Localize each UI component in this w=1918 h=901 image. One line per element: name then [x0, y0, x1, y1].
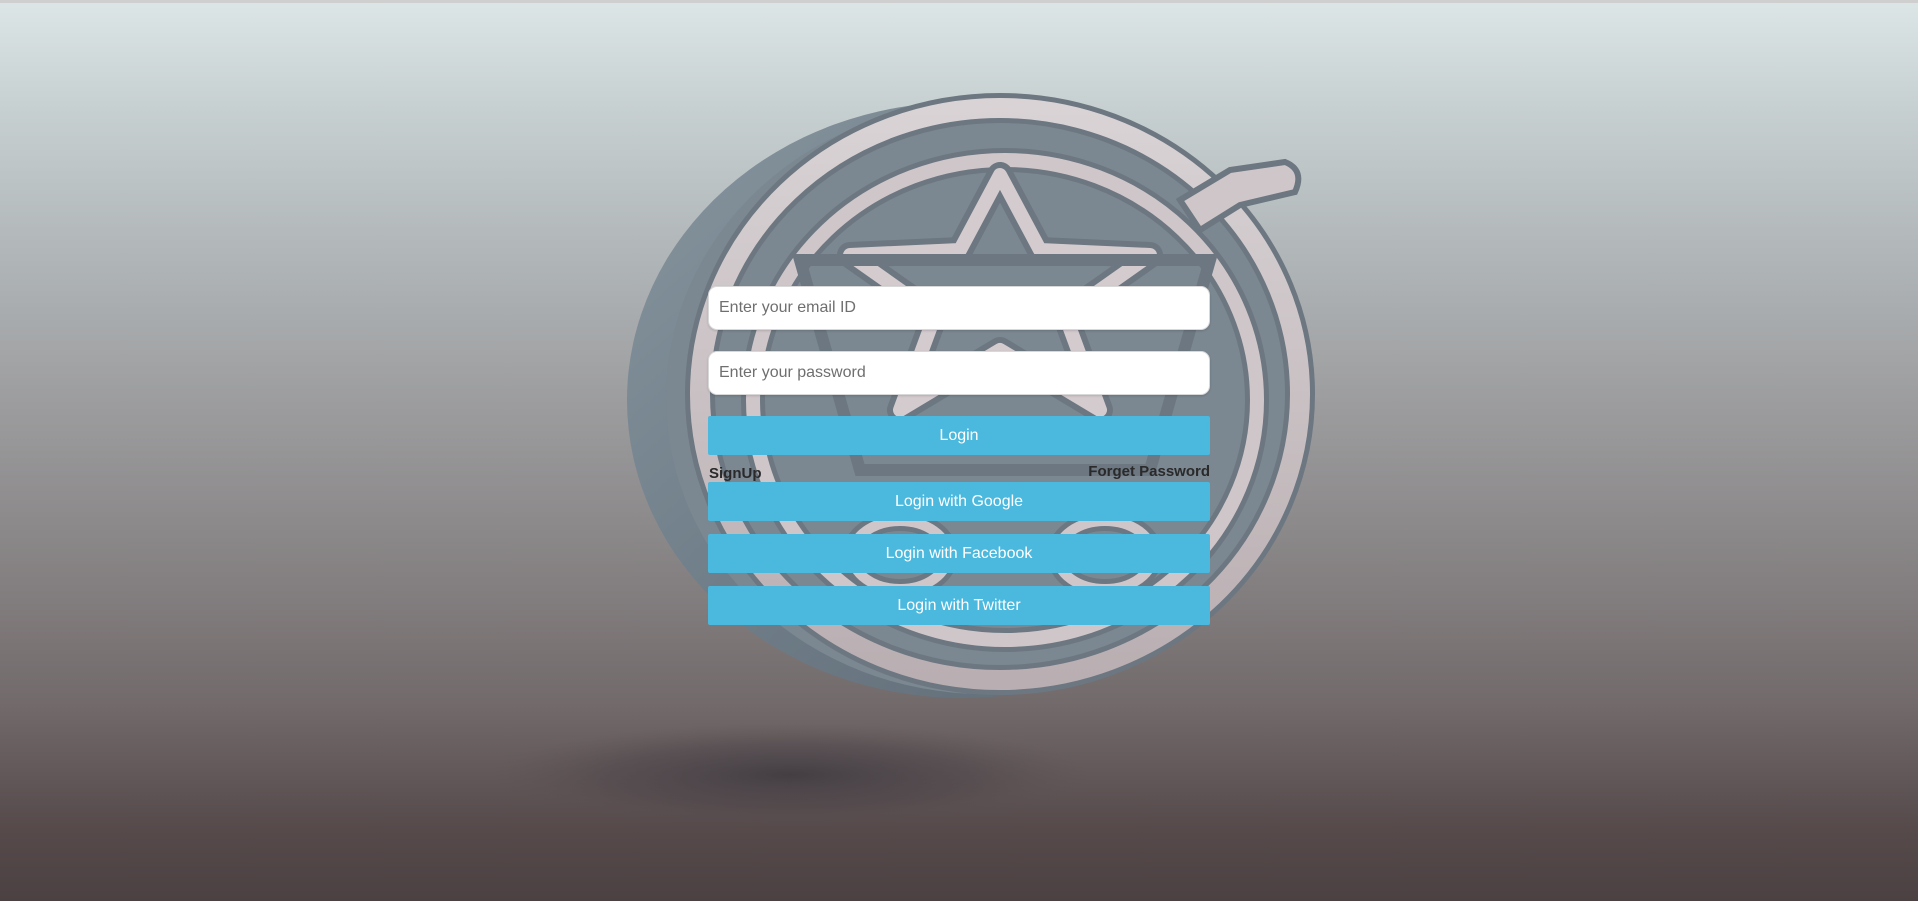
login-form: Login SignUp Forget Password Login with … [708, 286, 1210, 625]
login-with-facebook-button[interactable]: Login with Facebook [708, 534, 1210, 573]
forget-password-link[interactable]: Forget Password [1088, 463, 1210, 480]
login-with-google-button[interactable]: Login with Google [708, 482, 1210, 521]
password-input[interactable] [708, 351, 1210, 395]
email-input[interactable] [708, 286, 1210, 330]
links-row: SignUp Forget Password [708, 455, 1210, 482]
login-with-twitter-button[interactable]: Login with Twitter [708, 586, 1210, 625]
login-button[interactable]: Login [708, 416, 1210, 455]
signup-link[interactable]: SignUp [709, 465, 762, 482]
